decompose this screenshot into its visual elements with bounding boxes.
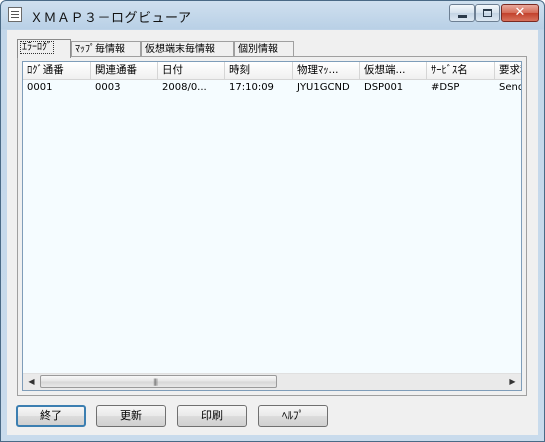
column-header-service-name[interactable]: ｻｰﾋﾞｽ名 (427, 62, 495, 79)
table-row[interactable]: 0001 0003 2008/0... 17:10:09 JYU1GCND DS… (23, 80, 521, 96)
cell-log-no: 0001 (27, 82, 53, 93)
window-title: ＸＭＡＰ３－ログビューア (30, 11, 192, 26)
column-header-physical-map[interactable]: 物理ﾏｯ... (293, 62, 360, 79)
scroll-left-icon[interactable]: ◀ (23, 374, 40, 390)
cell-related-no: 0003 (95, 82, 121, 93)
column-header-log-no[interactable]: ﾛｸﾞ通番 (23, 62, 91, 79)
tab-panel: ﾛｸﾞ通番 関連通番 日付 時刻 物理ﾏｯ... 仮想端... ｻｰﾋﾞｽ名 要… (17, 56, 527, 396)
close-button[interactable]: ✕ (501, 4, 539, 22)
tab-individual-info[interactable]: 個別情報 (234, 41, 294, 57)
cell-physical-map: JYU1GCND (297, 82, 350, 93)
maximize-icon (483, 9, 492, 17)
column-header-date[interactable]: 日付 (158, 62, 225, 79)
tab-individual-info-label: 個別情報 (238, 44, 278, 55)
grip-icon: ||| (153, 378, 158, 386)
print-button[interactable]: 印刷 (177, 405, 247, 427)
cell-date: 2008/0... (162, 82, 207, 93)
scroll-right-icon[interactable]: ▶ (504, 374, 521, 390)
help-button[interactable]: ﾍﾙﾌﾟ (258, 405, 328, 427)
refresh-button[interactable]: 更新 (96, 405, 166, 427)
tab-virtual-terminal-info-label: 仮想端末毎情報 (145, 44, 215, 55)
horizontal-scrollbar[interactable]: ◀ ||| ▶ (23, 373, 521, 390)
title-bar[interactable]: ＸＭＡＰ３－ログビューア ✕ (1, 1, 544, 29)
minimize-button[interactable] (449, 4, 475, 22)
column-header-time[interactable]: 時刻 (225, 62, 293, 79)
cell-virtual-terminal: DSP001 (364, 82, 404, 93)
log-viewer-window: ＸＭＡＰ３－ログビューア ✕ ｴﾗｰﾛｸﾞ ﾏｯﾌﾟ毎情報 仮想端末毎情報 個別… (0, 0, 545, 442)
app-icon (8, 7, 22, 22)
tab-map-info[interactable]: ﾏｯﾌﾟ毎情報 (71, 41, 141, 57)
minimize-icon (458, 15, 467, 18)
list-header: ﾛｸﾞ通番 関連通番 日付 時刻 物理ﾏｯ... 仮想端... ｻｰﾋﾞｽ名 要… (23, 62, 521, 80)
column-header-related-no[interactable]: 関連通番 (91, 62, 158, 79)
log-list[interactable]: ﾛｸﾞ通番 関連通番 日付 時刻 物理ﾏｯ... 仮想端... ｻｰﾋﾞｽ名 要… (22, 61, 522, 391)
column-header-virtual-terminal[interactable]: 仮想端... (360, 62, 427, 79)
maximize-button[interactable] (475, 4, 500, 22)
scrollbar-thumb[interactable]: ||| (40, 375, 277, 388)
tab-error-log[interactable]: ｴﾗｰﾛｸﾞ (17, 39, 71, 58)
close-icon: ✕ (514, 5, 526, 20)
cell-service-name: #DSP (431, 82, 460, 93)
tab-map-info-label: ﾏｯﾌﾟ毎情報 (75, 44, 125, 55)
client-area: ｴﾗｰﾛｸﾞ ﾏｯﾌﾟ毎情報 仮想端末毎情報 個別情報 ﾛｸﾞ通番 関連通番 日… (7, 30, 538, 435)
tab-virtual-terminal-info[interactable]: 仮想端末毎情報 (141, 41, 234, 57)
cell-time: 17:10:09 (229, 82, 274, 93)
cell-request-type: Send (499, 82, 522, 93)
exit-button[interactable]: 終了 (16, 405, 86, 427)
column-header-request-type[interactable]: 要求種 (495, 62, 521, 79)
tab-error-log-label: ｴﾗｰﾛｸﾞ (20, 41, 54, 54)
